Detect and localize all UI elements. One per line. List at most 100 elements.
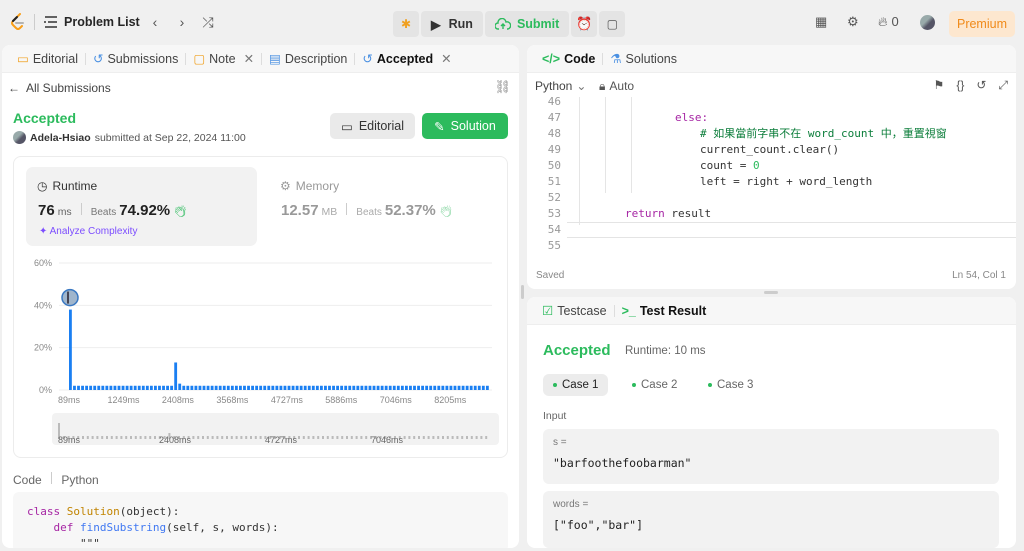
slider-bar bbox=[149, 436, 152, 439]
format-braces-icon[interactable]: {} bbox=[956, 78, 964, 93]
submitted-code[interactable]: class Solution(object): def findSubstrin… bbox=[13, 492, 508, 548]
bar bbox=[473, 385, 477, 390]
bar bbox=[299, 385, 303, 390]
runtime-beats: 74.92% bbox=[119, 202, 171, 219]
slider-bar bbox=[245, 436, 248, 439]
user-avatar[interactable] bbox=[920, 15, 935, 30]
bar bbox=[477, 385, 481, 390]
tab-code[interactable]: </> Code bbox=[535, 52, 602, 66]
case-2-tab[interactable]: Case 2 bbox=[622, 374, 687, 396]
bar bbox=[315, 385, 319, 390]
flask-icon: ⚗ bbox=[610, 52, 622, 66]
bar bbox=[421, 385, 425, 390]
bar bbox=[332, 385, 335, 390]
input-label: Input bbox=[543, 410, 567, 422]
y-tick-label: 60% bbox=[34, 258, 52, 268]
bar bbox=[449, 385, 453, 390]
sparkle-icon: ✦ bbox=[39, 226, 48, 237]
slider-bar bbox=[485, 436, 488, 439]
streak-counter[interactable]: 🔥︎ 0 bbox=[878, 14, 899, 30]
premium-button[interactable]: Premium bbox=[949, 11, 1015, 37]
horizontal-resize-handle[interactable] bbox=[764, 291, 778, 294]
bar bbox=[178, 383, 182, 390]
tab-label: Editorial bbox=[32, 51, 78, 66]
bar bbox=[85, 385, 89, 390]
tab-accepted[interactable]: ↺ Accepted ✕ bbox=[355, 51, 458, 67]
runtime-value: 76 bbox=[38, 202, 55, 219]
code-editor[interactable]: 46 47 else: 48 # 如果當前字串不在 word_count 中，重置視窗 4… bbox=[527, 95, 1016, 273]
slider-bar bbox=[226, 436, 228, 439]
bar bbox=[101, 385, 105, 390]
bar bbox=[97, 385, 101, 390]
gear-icon[interactable]: ⚙ bbox=[847, 14, 859, 30]
line-number: 53 bbox=[547, 207, 561, 220]
username[interactable]: Adela-Hsiao bbox=[30, 132, 91, 144]
shuffle-icon[interactable]: ⤮ bbox=[200, 14, 216, 30]
bar bbox=[109, 385, 113, 390]
divider bbox=[346, 203, 348, 215]
solution-button[interactable]: ✎ Solution bbox=[422, 113, 508, 139]
notes-button[interactable]: ▢ bbox=[599, 11, 626, 37]
tab-label: Description bbox=[284, 51, 348, 66]
leetcode-logo-icon[interactable] bbox=[10, 13, 26, 31]
case-1-tab[interactable]: Case 1 bbox=[543, 374, 609, 396]
language-value: Python bbox=[535, 79, 573, 93]
tab-label: Accepted bbox=[376, 51, 434, 66]
prev-problem-icon[interactable]: ‹ bbox=[147, 14, 163, 30]
bar bbox=[206, 385, 210, 390]
layout-icon[interactable]: ▦ bbox=[815, 14, 827, 30]
code-line: else: bbox=[675, 110, 708, 126]
slider-bar bbox=[432, 436, 435, 439]
input-s-box: s = "barfoothefoobarman" bbox=[543, 429, 999, 484]
tab-description[interactable]: ▤ Description bbox=[262, 51, 354, 67]
reset-icon[interactable]: ↺ bbox=[976, 78, 986, 93]
bar bbox=[328, 385, 331, 390]
input-name: s = bbox=[553, 437, 567, 448]
right-tab-bar: </> Code ⚗ Solutions bbox=[527, 45, 1016, 73]
bar bbox=[158, 385, 161, 390]
auto-mode[interactable]: 🔒︎ Auto bbox=[599, 79, 634, 94]
problem-list-button[interactable]: Problem List bbox=[44, 15, 140, 29]
tab-solutions[interactable]: ⚗ Solutions bbox=[603, 51, 684, 67]
language-select[interactable]: Python ⌄ bbox=[535, 79, 586, 93]
runtime-distribution-chart[interactable]: 60% 40% 20% 0% 89ms 1249ms 2408ms 3568ms 4727ms 5… bbox=[14, 253, 507, 455]
run-button[interactable]: ▶ Run bbox=[421, 11, 483, 37]
debug-button[interactable]: ✱ bbox=[393, 11, 419, 37]
test-panel: ☑ Testcase >_ Test Result Accepted Runti… bbox=[527, 297, 1016, 548]
code-section-header: Code Python bbox=[13, 472, 99, 487]
slider-bar bbox=[235, 436, 238, 439]
bookmark-icon[interactable]: ⚑ bbox=[934, 78, 945, 93]
tab-testcase[interactable]: ☑ Testcase bbox=[535, 303, 614, 319]
runtime-box[interactable]: ◷ Runtime 76 ms Beats 74.92% 👏︎ ✦ Analyz… bbox=[26, 167, 257, 246]
close-icon[interactable]: ✕ bbox=[244, 51, 254, 66]
bar bbox=[433, 385, 437, 390]
bar bbox=[287, 385, 291, 390]
all-submissions-link[interactable]: ← All Submissions bbox=[8, 81, 111, 95]
tab-submissions[interactable]: ↺ Submissions bbox=[86, 51, 185, 67]
bar bbox=[166, 385, 169, 390]
timer-button[interactable]: ⏰ bbox=[571, 11, 598, 37]
tab-note[interactable]: ▢ Note ✕ bbox=[186, 51, 261, 67]
arrow-left-icon: ← bbox=[8, 81, 20, 95]
share-link-icon[interactable]: ⛓ bbox=[494, 79, 511, 95]
vertical-resize-handle[interactable] bbox=[521, 285, 524, 299]
slider-bar bbox=[322, 436, 324, 439]
bar bbox=[117, 385, 121, 390]
editorial-button[interactable]: ▭ Editorial bbox=[330, 113, 415, 139]
slider-bar bbox=[331, 436, 334, 439]
memory-header[interactable]: ⚙ Memory bbox=[280, 179, 339, 193]
case-3-tab[interactable]: Case 3 bbox=[698, 374, 763, 396]
close-icon[interactable]: ✕ bbox=[441, 51, 451, 66]
slider-bar bbox=[307, 436, 310, 439]
analyze-complexity-link[interactable]: ✦ Analyze Complexity bbox=[39, 226, 137, 237]
submit-button[interactable]: Submit bbox=[484, 11, 570, 37]
next-problem-icon[interactable]: › bbox=[174, 14, 190, 30]
tab-test-result[interactable]: >_ Test Result bbox=[615, 304, 714, 318]
bar bbox=[336, 385, 340, 390]
slider-bar bbox=[230, 436, 233, 439]
line-number: 46 bbox=[547, 95, 561, 108]
bar bbox=[481, 385, 485, 390]
tab-editorial[interactable]: ▭ Editorial bbox=[10, 51, 85, 67]
input-value: ["foo","bar"] bbox=[553, 518, 644, 532]
expand-icon[interactable]: ⤢ bbox=[998, 78, 1008, 93]
